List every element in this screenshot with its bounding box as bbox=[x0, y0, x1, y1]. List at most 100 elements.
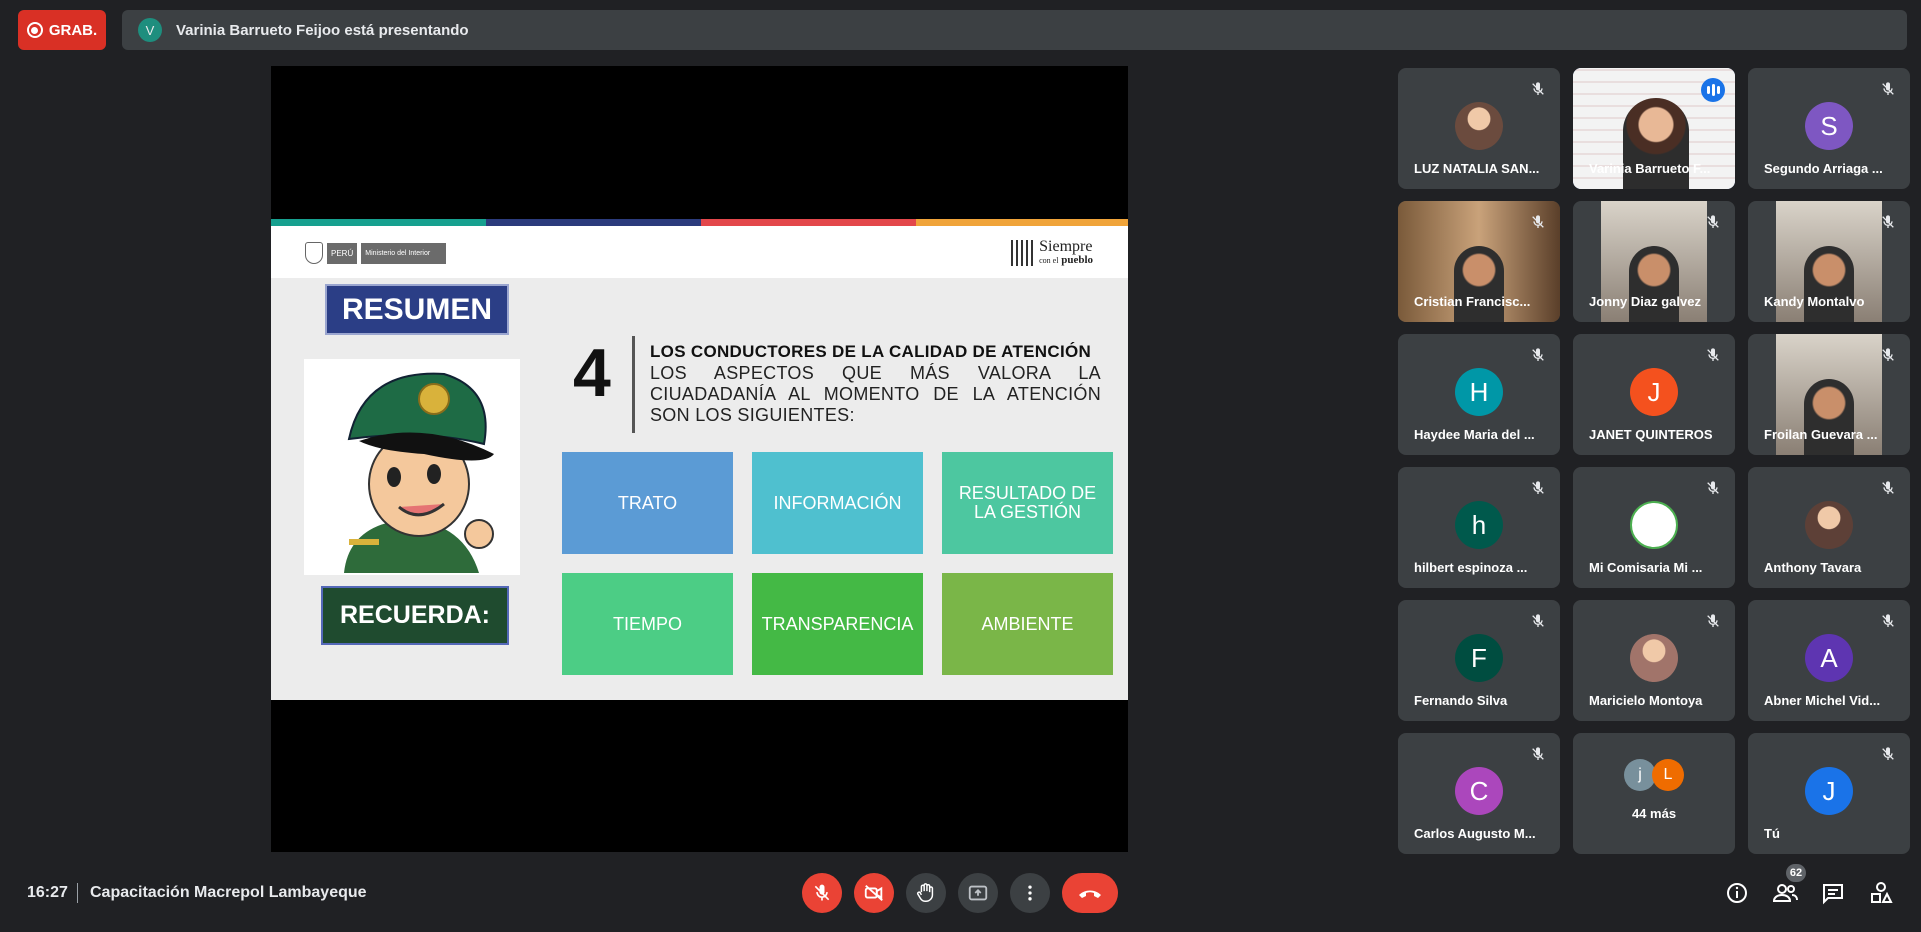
mic-muted-indicator bbox=[1705, 613, 1721, 629]
participant-tile[interactable]: LUZ NATALIA SAN... bbox=[1398, 68, 1560, 189]
mic-muted-indicator bbox=[1705, 214, 1721, 230]
mic-muted-icon bbox=[1882, 481, 1894, 494]
police-mascot-image bbox=[304, 359, 520, 575]
mic-muted-icon bbox=[1532, 614, 1544, 627]
participant-avatar: H bbox=[1455, 368, 1503, 416]
participant-photo bbox=[1630, 634, 1678, 682]
resumen-banner: RESUMEN bbox=[325, 284, 509, 335]
record-icon bbox=[26, 22, 43, 38]
aspect-box-transparencia: TRANSPARENCIA bbox=[752, 573, 923, 675]
participant-tile[interactable]: Varinia Barrueto F... bbox=[1573, 68, 1735, 189]
shapes-icon bbox=[1871, 882, 1893, 903]
mic-muted-icon bbox=[1882, 348, 1894, 361]
participant-name: 44 más bbox=[1631, 806, 1677, 821]
more-options-button[interactable] bbox=[1010, 873, 1050, 913]
mic-muted-icon bbox=[1707, 481, 1719, 494]
recuerda-banner: RECUERDA: bbox=[321, 586, 509, 645]
participant-tile[interactable]: F Fernando Silva bbox=[1398, 600, 1560, 721]
participant-name: Mi Comisaria Mi ... bbox=[1589, 560, 1703, 575]
brand-line2-a: con el bbox=[1039, 255, 1059, 265]
mic-muted-icon bbox=[1707, 614, 1719, 627]
mic-muted-indicator bbox=[1530, 347, 1546, 363]
more-vert-icon bbox=[1028, 885, 1032, 901]
ministry-logo: PERÚ Ministerio del Interior bbox=[305, 242, 447, 264]
meeting-info-button[interactable] bbox=[1724, 880, 1750, 906]
mic-muted-indicator bbox=[1880, 347, 1896, 363]
chat-icon bbox=[1823, 884, 1843, 905]
participants-button[interactable] bbox=[1772, 880, 1798, 906]
mic-muted-indicator bbox=[1530, 81, 1546, 97]
participant-video-person bbox=[1804, 246, 1854, 322]
participant-name: Jonny Diaz galvez bbox=[1589, 294, 1701, 309]
participant-tile[interactable]: J Tú bbox=[1748, 733, 1910, 854]
mic-muted-icon bbox=[1532, 481, 1544, 494]
participant-name: Kandy Montalvo bbox=[1764, 294, 1865, 309]
participant-name: hilbert espinoza ... bbox=[1414, 560, 1528, 575]
aspect-box-trato: TRATO bbox=[562, 452, 733, 554]
mic-muted-indicator bbox=[1530, 214, 1546, 230]
mic-muted-icon bbox=[1532, 747, 1544, 760]
slide-heading: LOS CONDUCTORES DE LA CALIDAD DE ATENCIÓ… bbox=[650, 342, 1092, 361]
participant-photo bbox=[1805, 501, 1853, 549]
participant-tile[interactable]: h hilbert espinoza ... bbox=[1398, 467, 1560, 588]
slide-divider bbox=[632, 336, 635, 433]
participant-name: LUZ NATALIA SAN... bbox=[1414, 161, 1540, 176]
mic-muted-icon bbox=[1532, 215, 1544, 228]
participant-avatar: F bbox=[1455, 634, 1503, 682]
org-left: PERÚ bbox=[327, 242, 358, 264]
participant-count-badge: 62 bbox=[1786, 864, 1806, 882]
chat-button[interactable] bbox=[1820, 880, 1846, 906]
participant-video-person bbox=[1454, 246, 1504, 322]
participant-avatar: h bbox=[1455, 501, 1503, 549]
presenting-banner: V Varinia Barrueto Feijoo está presentan… bbox=[122, 10, 1907, 50]
presentation-stage[interactable]: PERÚ Ministerio del Interior Siempre con… bbox=[271, 66, 1128, 852]
participant-tile[interactable]: Anthony Tavara bbox=[1748, 467, 1910, 588]
participant-tile[interactable]: S Segundo Arriaga ... bbox=[1748, 68, 1910, 189]
brand-logo: Siempre con el pueblo bbox=[1011, 238, 1093, 266]
camera-off-button[interactable] bbox=[854, 873, 894, 913]
mic-muted-icon bbox=[1707, 348, 1719, 361]
brand-line1: Siempre bbox=[1039, 237, 1093, 255]
brand-line2-b: pueblo bbox=[1061, 253, 1093, 266]
recording-badge[interactable]: GRAB. bbox=[18, 10, 106, 50]
activities-button[interactable] bbox=[1868, 880, 1894, 906]
recording-label: GRAB. bbox=[48, 21, 98, 39]
info-icon bbox=[1727, 883, 1747, 903]
present-button[interactable] bbox=[958, 873, 998, 913]
participant-tile[interactable]: C Carlos Augusto M... bbox=[1398, 733, 1560, 854]
presenter-avatar: V bbox=[138, 18, 162, 42]
mic-muted-icon bbox=[1882, 747, 1894, 760]
participant-name: Carlos Augusto M... bbox=[1414, 826, 1536, 841]
participant-tile[interactable]: A Abner Michel Vid... bbox=[1748, 600, 1910, 721]
mic-off-icon bbox=[814, 884, 830, 901]
raise-hand-button[interactable] bbox=[906, 873, 946, 913]
participant-tile[interactable]: Froilan Guevara ... bbox=[1748, 334, 1910, 455]
participant-video-person bbox=[1629, 246, 1679, 322]
participant-tile[interactable]: j L 44 más bbox=[1573, 733, 1735, 854]
mic-muted-indicator bbox=[1880, 214, 1896, 230]
participant-tile[interactable]: J JANET QUINTEROS bbox=[1573, 334, 1735, 455]
leave-call-button[interactable] bbox=[1062, 873, 1118, 913]
aspect-box-resultado: RESULTADO DE LA GESTIÓN bbox=[942, 452, 1113, 554]
participant-name: Anthony Tavara bbox=[1764, 560, 1862, 575]
participant-tile[interactable]: Kandy Montalvo bbox=[1748, 201, 1910, 322]
participant-avatar: J bbox=[1630, 368, 1678, 416]
participant-tile[interactable]: Cristian Francisc... bbox=[1398, 201, 1560, 322]
presenting-text: Varinia Barrueto Feijoo está presentando bbox=[176, 21, 469, 39]
participant-tile[interactable]: Maricielo Montoya bbox=[1573, 600, 1735, 721]
mic-off-button[interactable] bbox=[802, 873, 842, 913]
participant-avatar: A bbox=[1805, 634, 1853, 682]
slide-description: LOS ASPECTOS QUE MÁS VALORA LA CIUADADAN… bbox=[650, 363, 1101, 425]
org-right: Ministerio del Interior bbox=[361, 242, 447, 264]
mic-muted-indicator bbox=[1705, 347, 1721, 363]
participant-avatar: C bbox=[1455, 767, 1503, 815]
slide-stripe bbox=[701, 219, 916, 226]
slide-number: 4 bbox=[573, 335, 611, 411]
mic-muted-indicator bbox=[1530, 746, 1546, 762]
pillars-icon bbox=[1011, 238, 1034, 266]
participant-tile[interactable]: Mi Comisaria Mi ... bbox=[1573, 467, 1735, 588]
participant-tile[interactable]: H Haydee Maria del ... bbox=[1398, 334, 1560, 455]
participant-tile[interactable]: Jonny Diaz galvez bbox=[1573, 201, 1735, 322]
participant-name: Haydee Maria del ... bbox=[1414, 427, 1535, 442]
participant-name: Froilan Guevara ... bbox=[1764, 427, 1878, 442]
